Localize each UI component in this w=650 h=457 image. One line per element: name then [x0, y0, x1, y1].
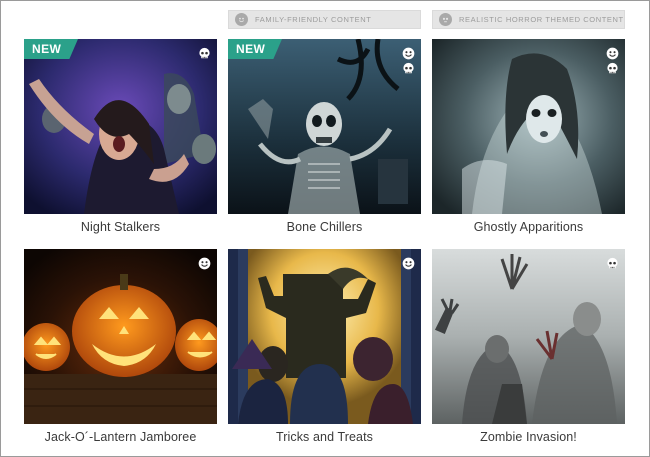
smiley-icon	[235, 13, 248, 26]
card-jack-o-lantern-jamboree[interactable]: Jack-O´-Lantern Jamboree	[24, 249, 217, 444]
card-title[interactable]: Tricks and Treats	[228, 430, 421, 444]
legend-horror: REALISTIC HORROR THEMED CONTENT	[432, 10, 625, 29]
smiley-icon	[198, 257, 211, 270]
night-stalkers-image	[24, 39, 217, 214]
skull-icon	[403, 62, 414, 74]
card-thumbnail[interactable]	[432, 249, 625, 424]
card-bone-chillers[interactable]: NEW Bone Chillers	[228, 39, 421, 234]
jack-o-lantern-image	[24, 249, 217, 424]
card-title[interactable]: Zombie Invasion!	[432, 430, 625, 444]
zombie-invasion-image	[432, 249, 625, 424]
card-thumbnail[interactable]	[432, 39, 625, 214]
card-zombie-invasion[interactable]: Zombie Invasion!	[432, 249, 625, 444]
card-tricks-and-treats[interactable]: Tricks and Treats	[228, 249, 421, 444]
card-thumbnail[interactable]	[24, 249, 217, 424]
smiley-icon	[402, 47, 415, 60]
new-badge: NEW	[228, 39, 282, 59]
card-title[interactable]: Night Stalkers	[24, 220, 217, 234]
smiley-icon	[402, 257, 415, 270]
card-night-stalkers[interactable]: NEW Night Stalkers	[24, 39, 217, 234]
skull-icon	[439, 13, 452, 26]
legend-horror-label: REALISTIC HORROR THEMED CONTENT	[459, 15, 624, 24]
card-title[interactable]: Ghostly Apparitions	[432, 220, 625, 234]
smiley-icon	[606, 47, 619, 60]
skull-icon	[199, 47, 210, 59]
card-title[interactable]: Jack-O´-Lantern Jamboree	[24, 430, 217, 444]
new-badge: NEW	[24, 39, 78, 59]
skull-icon	[607, 257, 618, 269]
card-thumbnail[interactable]	[228, 249, 421, 424]
ghostly-apparitions-image	[432, 39, 625, 214]
card-thumbnail[interactable]: NEW	[228, 39, 421, 214]
legend-family-label: FAMILY-FRIENDLY CONTENT	[255, 15, 372, 24]
skull-icon	[607, 62, 618, 74]
tricks-and-treats-image	[228, 249, 421, 424]
card-title[interactable]: Bone Chillers	[228, 220, 421, 234]
bone-chillers-image	[228, 39, 421, 214]
card-ghostly-apparitions[interactable]: Ghostly Apparitions	[432, 39, 625, 234]
card-thumbnail[interactable]: NEW	[24, 39, 217, 214]
legend-family-friendly: FAMILY-FRIENDLY CONTENT	[228, 10, 421, 29]
